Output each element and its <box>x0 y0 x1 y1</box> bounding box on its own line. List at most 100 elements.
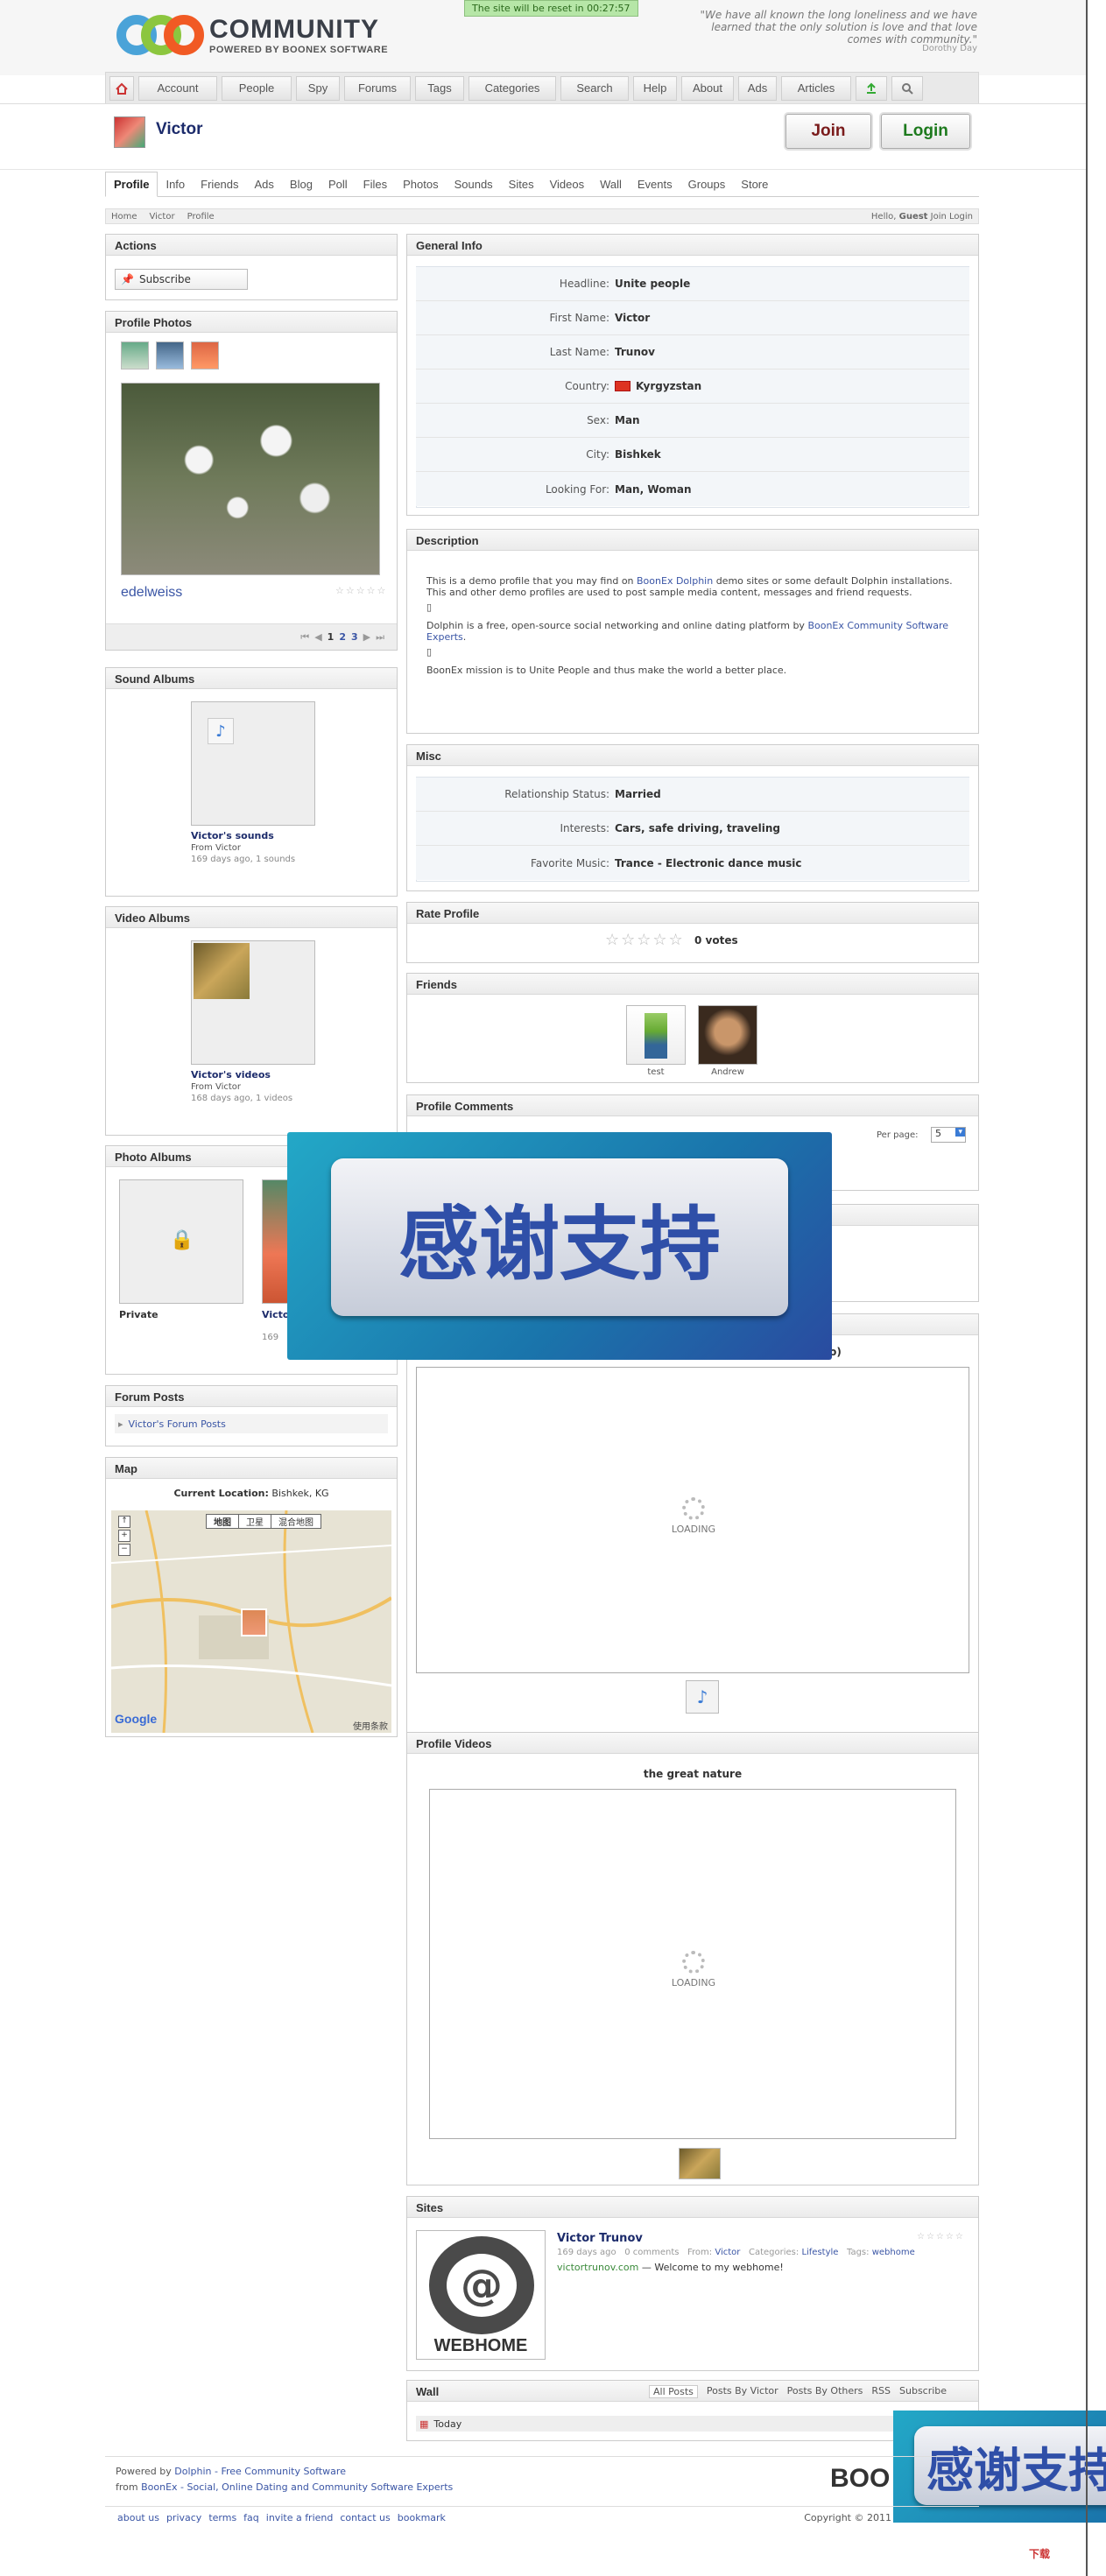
location-map[interactable]: ↑ + − 地图 卫星 混合地图 Google 使用条款 <box>111 1510 391 1733</box>
video-album-cover[interactable] <box>191 940 315 1065</box>
search-icon[interactable] <box>891 75 923 101</box>
home-icon[interactable] <box>109 75 134 101</box>
per-page-select[interactable]: 5 ▾ <box>931 1127 966 1143</box>
site-url-link[interactable]: victortrunov.com <box>557 2262 638 2273</box>
tab-profile[interactable]: Profile <box>105 172 159 197</box>
footer-privacy-link[interactable]: privacy <box>166 2512 201 2523</box>
nav-spy[interactable]: Spy <box>296 75 340 101</box>
nav-search[interactable]: Search <box>560 75 629 101</box>
nav-articles[interactable]: Articles <box>781 75 851 101</box>
page-3[interactable]: 3 <box>351 631 358 643</box>
footer-invite-link[interactable]: invite a friend <box>266 2512 334 2523</box>
subscribe-button[interactable]: 📌 Subscribe <box>115 269 248 290</box>
tab-store[interactable]: Store <box>733 178 776 196</box>
tab-blog[interactable]: Blog <box>282 178 321 196</box>
profile-name[interactable]: Victor <box>156 120 203 139</box>
tab-groups[interactable]: Groups <box>680 178 734 196</box>
nav-help[interactable]: Help <box>633 75 677 101</box>
add-icon[interactable] <box>856 75 887 101</box>
tab-photos[interactable]: Photos <box>395 178 446 196</box>
photo-thumb-2[interactable] <box>156 341 184 370</box>
site-logo[interactable]: COMMUNITY POWERED BY BOONEX SOFTWARE <box>116 9 397 61</box>
map-type-satellite[interactable]: 卫星 <box>239 1515 271 1528</box>
music-note-icon[interactable]: ♪ <box>686 1680 719 1714</box>
friend-avatar-andrew[interactable] <box>698 1005 757 1065</box>
map-type-hybrid[interactable]: 混合地图 <box>271 1515 321 1528</box>
boonex-footer-link[interactable]: BoonEx - Social, Online Dating and Commu… <box>141 2481 453 2493</box>
tab-info[interactable]: Info <box>158 178 193 196</box>
boonex-logo[interactable]: BOO <box>830 2464 890 2494</box>
footer-contact-link[interactable]: contact us <box>340 2512 390 2523</box>
overlay-ad[interactable]: 感谢支持 <box>287 1132 832 1360</box>
dolphin-footer-link[interactable]: Dolphin - Free Community Software <box>174 2466 346 2477</box>
avatar[interactable] <box>114 116 145 148</box>
footer-terms-link[interactable]: terms <box>208 2512 236 2523</box>
video-player[interactable]: LOADING <box>429 1789 956 2139</box>
map-marker[interactable] <box>241 1608 267 1636</box>
video-thumbnail[interactable] <box>679 2148 721 2179</box>
tab-friends[interactable]: Friends <box>193 178 246 196</box>
site-author-link[interactable]: Victor <box>715 2248 740 2257</box>
photo-rating[interactable]: ☆☆☆☆☆ <box>335 585 387 596</box>
site-category-link[interactable]: Lifestyle <box>801 2248 838 2257</box>
first-page-icon[interactable]: ⏮ <box>300 631 309 644</box>
breadcrumb-home[interactable]: Home <box>111 212 137 222</box>
rating-stars[interactable]: ☆☆☆☆☆ <box>605 931 685 949</box>
tab-videos[interactable]: Videos <box>542 178 593 196</box>
wall-tab-all[interactable]: All Posts <box>649 2385 698 2398</box>
map-zoom-controls[interactable]: ↑ + − <box>115 1514 134 1601</box>
breadcrumb-victor[interactable]: Victor <box>150 212 175 222</box>
nav-ads[interactable]: Ads <box>738 75 777 101</box>
main-profile-photo[interactable] <box>121 383 380 575</box>
friend-avatar-test[interactable] <box>626 1005 686 1065</box>
prev-page-icon[interactable]: ◀ <box>314 631 321 643</box>
map-terms[interactable]: 使用条款 <box>353 1719 388 1732</box>
photo-thumb-1[interactable] <box>121 341 149 370</box>
photo-thumb-3[interactable] <box>191 341 219 370</box>
photo-caption[interactable]: edelweiss <box>121 585 182 601</box>
video-album-name[interactable]: Victor's videos <box>191 1069 271 1080</box>
last-page-icon[interactable]: ⏭ <box>376 631 384 644</box>
wall-tab-rss[interactable]: RSS <box>871 2385 891 2398</box>
footer-faq-link[interactable]: faq <box>243 2512 259 2523</box>
tab-ads[interactable]: Ads <box>247 178 282 196</box>
forum-posts-link[interactable]: ▸ Victor's Forum Posts <box>115 1414 388 1433</box>
friend-name-andrew[interactable]: Andrew <box>698 1067 757 1077</box>
sound-album-cover[interactable]: ♪ <box>191 701 315 826</box>
private-album-cover[interactable]: 🔒 <box>119 1179 243 1304</box>
tab-poll[interactable]: Poll <box>321 178 356 196</box>
map-type-map[interactable]: 地图 <box>207 1515 239 1528</box>
site-tag-link[interactable]: webhome <box>872 2248 915 2257</box>
nav-forums[interactable]: Forums <box>344 75 411 101</box>
nav-categories[interactable]: Categories <box>468 75 556 101</box>
sound-player[interactable]: LOADING <box>416 1367 969 1673</box>
join-button[interactable]: Join <box>785 114 871 149</box>
nav-account[interactable]: Account <box>138 75 217 101</box>
tab-sites[interactable]: Sites <box>501 178 542 196</box>
friend-name-test[interactable]: test <box>626 1067 686 1077</box>
site-name[interactable]: Victor Trunov <box>557 2232 643 2245</box>
nav-about[interactable]: About <box>681 75 734 101</box>
sound-album-name[interactable]: Victor's sounds <box>191 830 274 841</box>
tab-sounds[interactable]: Sounds <box>447 178 501 196</box>
map-type-switch[interactable]: 地图 卫星 混合地图 <box>206 1514 321 1529</box>
site-rating[interactable]: ☆☆☆☆☆ <box>917 2232 965 2242</box>
footer-bookmark-link[interactable]: bookmark <box>398 2512 446 2523</box>
tab-files[interactable]: Files <box>356 178 395 196</box>
page-2[interactable]: 2 <box>339 631 346 643</box>
album-2-name[interactable]: Victo <box>262 1309 289 1320</box>
tab-wall[interactable]: Wall <box>592 178 630 196</box>
nav-people[interactable]: People <box>222 75 292 101</box>
wall-tab-others[interactable]: Posts By Others <box>787 2385 863 2398</box>
wall-tab-victor[interactable]: Posts By Victor <box>707 2385 778 2398</box>
next-page-icon[interactable]: ▶ <box>363 631 370 643</box>
wall-tab-subscribe[interactable]: Subscribe <box>899 2385 947 2398</box>
nav-tags[interactable]: Tags <box>415 75 464 101</box>
login-button[interactable]: Login <box>881 114 970 149</box>
hello-links[interactable]: Join Login <box>931 212 973 222</box>
site-logo[interactable]: @ WEBHOME <box>416 2230 546 2360</box>
tab-events[interactable]: Events <box>630 178 680 196</box>
page-1[interactable]: 1 <box>328 631 335 643</box>
dolphin-link[interactable]: BoonEx Dolphin <box>637 575 713 587</box>
footer-about-link[interactable]: about us <box>117 2512 159 2523</box>
